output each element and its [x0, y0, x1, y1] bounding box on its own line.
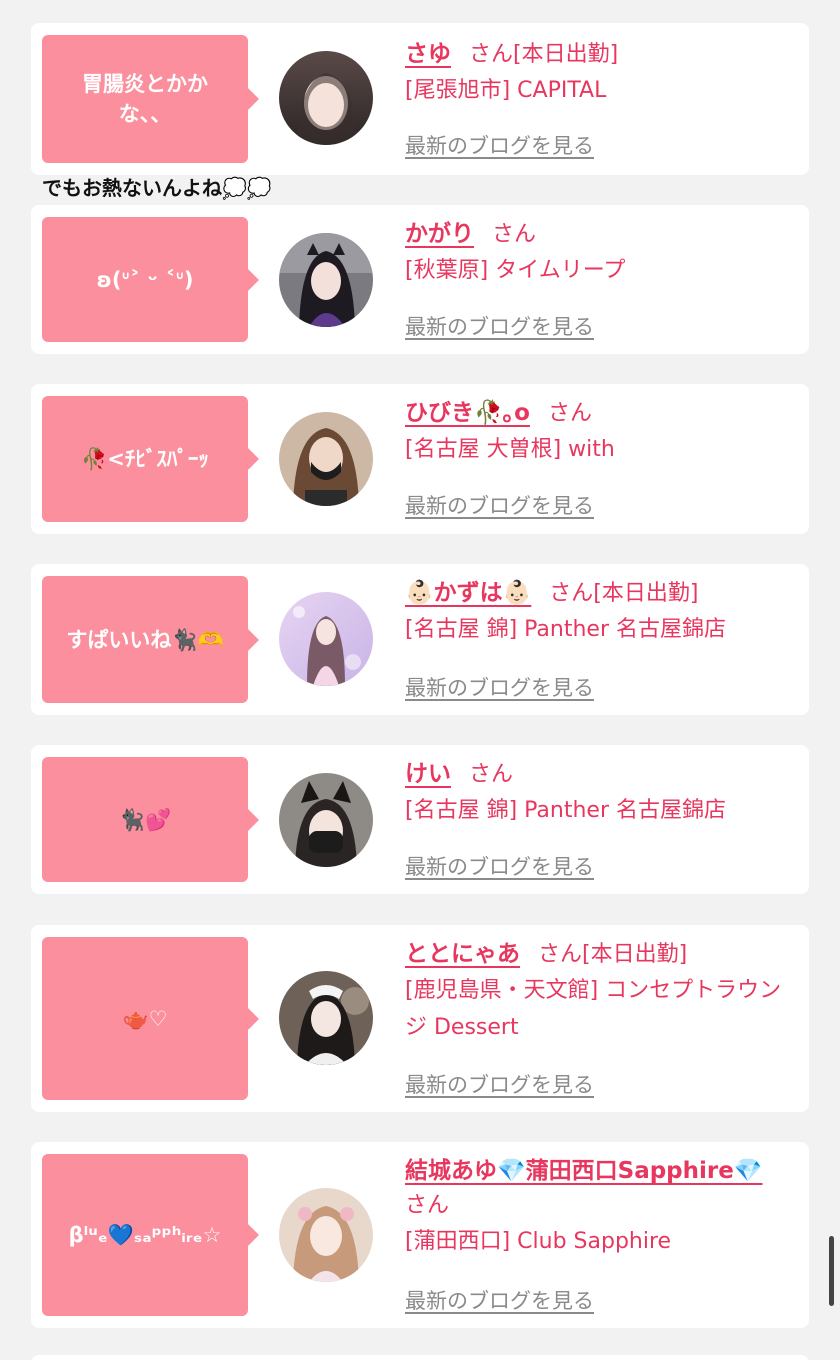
- shop-info: [秋葉原] タイムリープ: [405, 258, 626, 283]
- avatar-image: [279, 233, 373, 327]
- diary-card[interactable]: 🫖♡ ととにゃあ さん[本日出勤] [鹿児島県・天文館] コンセプトラウンジ De…: [31, 925, 809, 1112]
- avatar-image: [279, 971, 373, 1065]
- diary-bubble[interactable]: βˡᵘₑ💙ₛₐᵖᵖʰᵢᵣₑ☆: [42, 1154, 259, 1316]
- cast-name-link[interactable]: ひびき🥀｡o: [405, 400, 530, 426]
- cast-name-link[interactable]: かがり: [405, 221, 474, 247]
- diary-bubble-text: 🥀<ﾁﾋﾞｽﾊﾟｰｯ: [81, 447, 209, 471]
- avatar-image: [279, 773, 373, 867]
- avatar-image: [279, 1188, 373, 1282]
- name-line: けい さん: [405, 757, 801, 792]
- avatar[interactable]: [279, 773, 373, 867]
- cast-info: ひびき🥀｡o さん [名古屋 大曽根] with: [405, 396, 801, 468]
- avatar[interactable]: [279, 412, 373, 506]
- cast-name-link[interactable]: 👶🏻かずは👶🏻: [405, 580, 531, 606]
- san-label: さん: [549, 581, 594, 606]
- cast-name-link[interactable]: 結城あゆ💎蒲田西口Sapphire💎: [405, 1158, 763, 1184]
- avatar[interactable]: [279, 971, 373, 1065]
- latest-blog-link[interactable]: 最新のブログを見る: [405, 851, 594, 881]
- name-line: かがり さん: [405, 217, 801, 252]
- diary-bubble-text: すぱいいね🐈‍⬛🫶: [66, 627, 224, 652]
- diary-bubble-text: ʚ(ᐡ˃ ᵕ ˂ᐡ): [96, 267, 194, 292]
- cast-info: けい さん [名古屋 錦] Panther 名古屋錦店: [405, 757, 801, 829]
- avatar-image: [279, 592, 373, 686]
- attendance-badge: [本日出勤]: [593, 581, 699, 606]
- diary-bubble[interactable]: 🥀<ﾁﾋﾞｽﾊﾟｰｯ: [42, 396, 259, 522]
- latest-blog-link[interactable]: 最新のブログを見る: [405, 1069, 594, 1099]
- cast-info: ととにゃあ さん[本日出勤] [鹿児島県・天文館] コンセプトラウンジ Desse…: [405, 937, 801, 1046]
- cast-name-link[interactable]: けい: [405, 761, 451, 787]
- diary-card[interactable]: ʚ(ᐡ˃ ᵕ ˂ᐡ) かがり さん [秋葉原] タイムリープ 最新のブログを見る: [31, 205, 809, 354]
- name-line: 結城あゆ💎蒲田西口Sapphire💎: [405, 1154, 801, 1188]
- diary-bubble[interactable]: 🐈‍⬛💕: [42, 757, 259, 882]
- next-card[interactable]: [31, 1355, 809, 1360]
- avatar-image: [279, 412, 373, 506]
- san-label: さん: [469, 42, 514, 67]
- san-label: さん: [492, 222, 537, 247]
- san-label: さん: [547, 401, 592, 426]
- name-line: さゆ さん[本日出勤]: [405, 37, 801, 72]
- san-label: さん: [469, 762, 514, 787]
- diary-bubble[interactable]: 🫖♡: [42, 937, 259, 1100]
- diary-bubble[interactable]: すぱいいね🐈‍⬛🫶: [42, 576, 259, 703]
- diary-bubble[interactable]: 胃腸炎とかかな、、: [42, 35, 259, 163]
- scrollbar[interactable]: [829, 1236, 834, 1306]
- name-line: 👶🏻かずは👶🏻 さん[本日出勤]: [405, 576, 801, 611]
- avatar[interactable]: [279, 1188, 373, 1282]
- diary-list: 胃腸炎とかかな、、 さゆ さん[本日出勤] [尾張旭市] CAPITAL 最新のブ…: [0, 0, 840, 1360]
- avatar-image: [279, 51, 373, 145]
- name-line: ひびき🥀｡o さん: [405, 396, 801, 431]
- diary-card[interactable]: 🐈‍⬛💕 けい さん [名古屋 錦] Panther 名古屋錦店 最新のブログを見…: [31, 745, 809, 894]
- diary-card[interactable]: βˡᵘₑ💙ₛₐᵖᵖʰᵢᵣₑ☆ 結城あゆ💎蒲田西口Sapphire💎 さん [蒲田…: [31, 1142, 809, 1328]
- attendance-badge: [本日出勤]: [513, 42, 619, 67]
- latest-blog-link[interactable]: 最新のブログを見る: [405, 130, 594, 160]
- latest-blog-link[interactable]: 最新のブログを見る: [405, 672, 594, 702]
- shop-info: [名古屋 錦] Panther 名古屋錦店: [405, 798, 726, 823]
- avatar[interactable]: [279, 233, 373, 327]
- cast-name-link[interactable]: ととにゃあ: [405, 941, 520, 967]
- name-line: ととにゃあ さん[本日出勤]: [405, 937, 801, 972]
- san-label: さん: [538, 942, 583, 967]
- latest-blog-link[interactable]: 最新のブログを見る: [405, 311, 594, 341]
- overflow-diary-text: でもお熱ないんよね💭💭: [42, 176, 272, 200]
- cast-info: 👶🏻かずは👶🏻 さん[本日出勤] [名古屋 錦] Panther 名古屋錦店: [405, 576, 801, 648]
- diary-bubble-text: 🫖♡: [122, 1006, 168, 1031]
- shop-info: [名古屋 錦] Panther 名古屋錦店: [405, 617, 726, 642]
- latest-blog-link[interactable]: 最新のブログを見る: [405, 490, 594, 520]
- diary-bubble-text: 🐈‍⬛💕: [118, 807, 172, 832]
- cast-info: 結城あゆ💎蒲田西口Sapphire💎 さん [蒲田西口] Club Sapphi…: [405, 1154, 801, 1260]
- avatar[interactable]: [279, 592, 373, 686]
- attendance-badge: [本日出勤]: [582, 942, 688, 967]
- shop-info: [名古屋 大曽根] with: [405, 437, 615, 462]
- diary-card[interactable]: 胃腸炎とかかな、、 さゆ さん[本日出勤] [尾張旭市] CAPITAL 最新のブ…: [31, 23, 809, 175]
- name-line: さん: [405, 1188, 801, 1223]
- latest-blog-link[interactable]: 最新のブログを見る: [405, 1285, 594, 1315]
- shop-info: [蒲田西口] Club Sapphire: [405, 1229, 672, 1254]
- cast-info: かがり さん [秋葉原] タイムリープ: [405, 217, 801, 289]
- diary-bubble-text: 胃腸炎とかかな、、: [82, 72, 208, 126]
- cast-info: さゆ さん[本日出勤] [尾張旭市] CAPITAL: [405, 37, 801, 109]
- shop-info: [尾張旭市] CAPITAL: [405, 78, 607, 103]
- diary-bubble[interactable]: ʚ(ᐡ˃ ᵕ ˂ᐡ): [42, 217, 259, 342]
- san-label: さん: [405, 1193, 450, 1218]
- diary-bubble-text: βˡᵘₑ💙ₛₐᵖᵖʰᵢᵣₑ☆: [68, 1223, 222, 1247]
- shop-info: [鹿児島県・天文館] コンセプトラウンジ Dessert: [405, 978, 782, 1040]
- cast-name-link[interactable]: さゆ: [405, 41, 451, 67]
- avatar[interactable]: [279, 51, 373, 145]
- diary-card[interactable]: すぱいいね🐈‍⬛🫶 👶🏻かずは👶🏻 さん[本日出勤] [名古屋 錦] Panthe…: [31, 564, 809, 715]
- diary-card[interactable]: 🥀<ﾁﾋﾞｽﾊﾟｰｯ ひびき🥀｡o さん [名古屋 大曽根] with 最新のブロ…: [31, 384, 809, 534]
